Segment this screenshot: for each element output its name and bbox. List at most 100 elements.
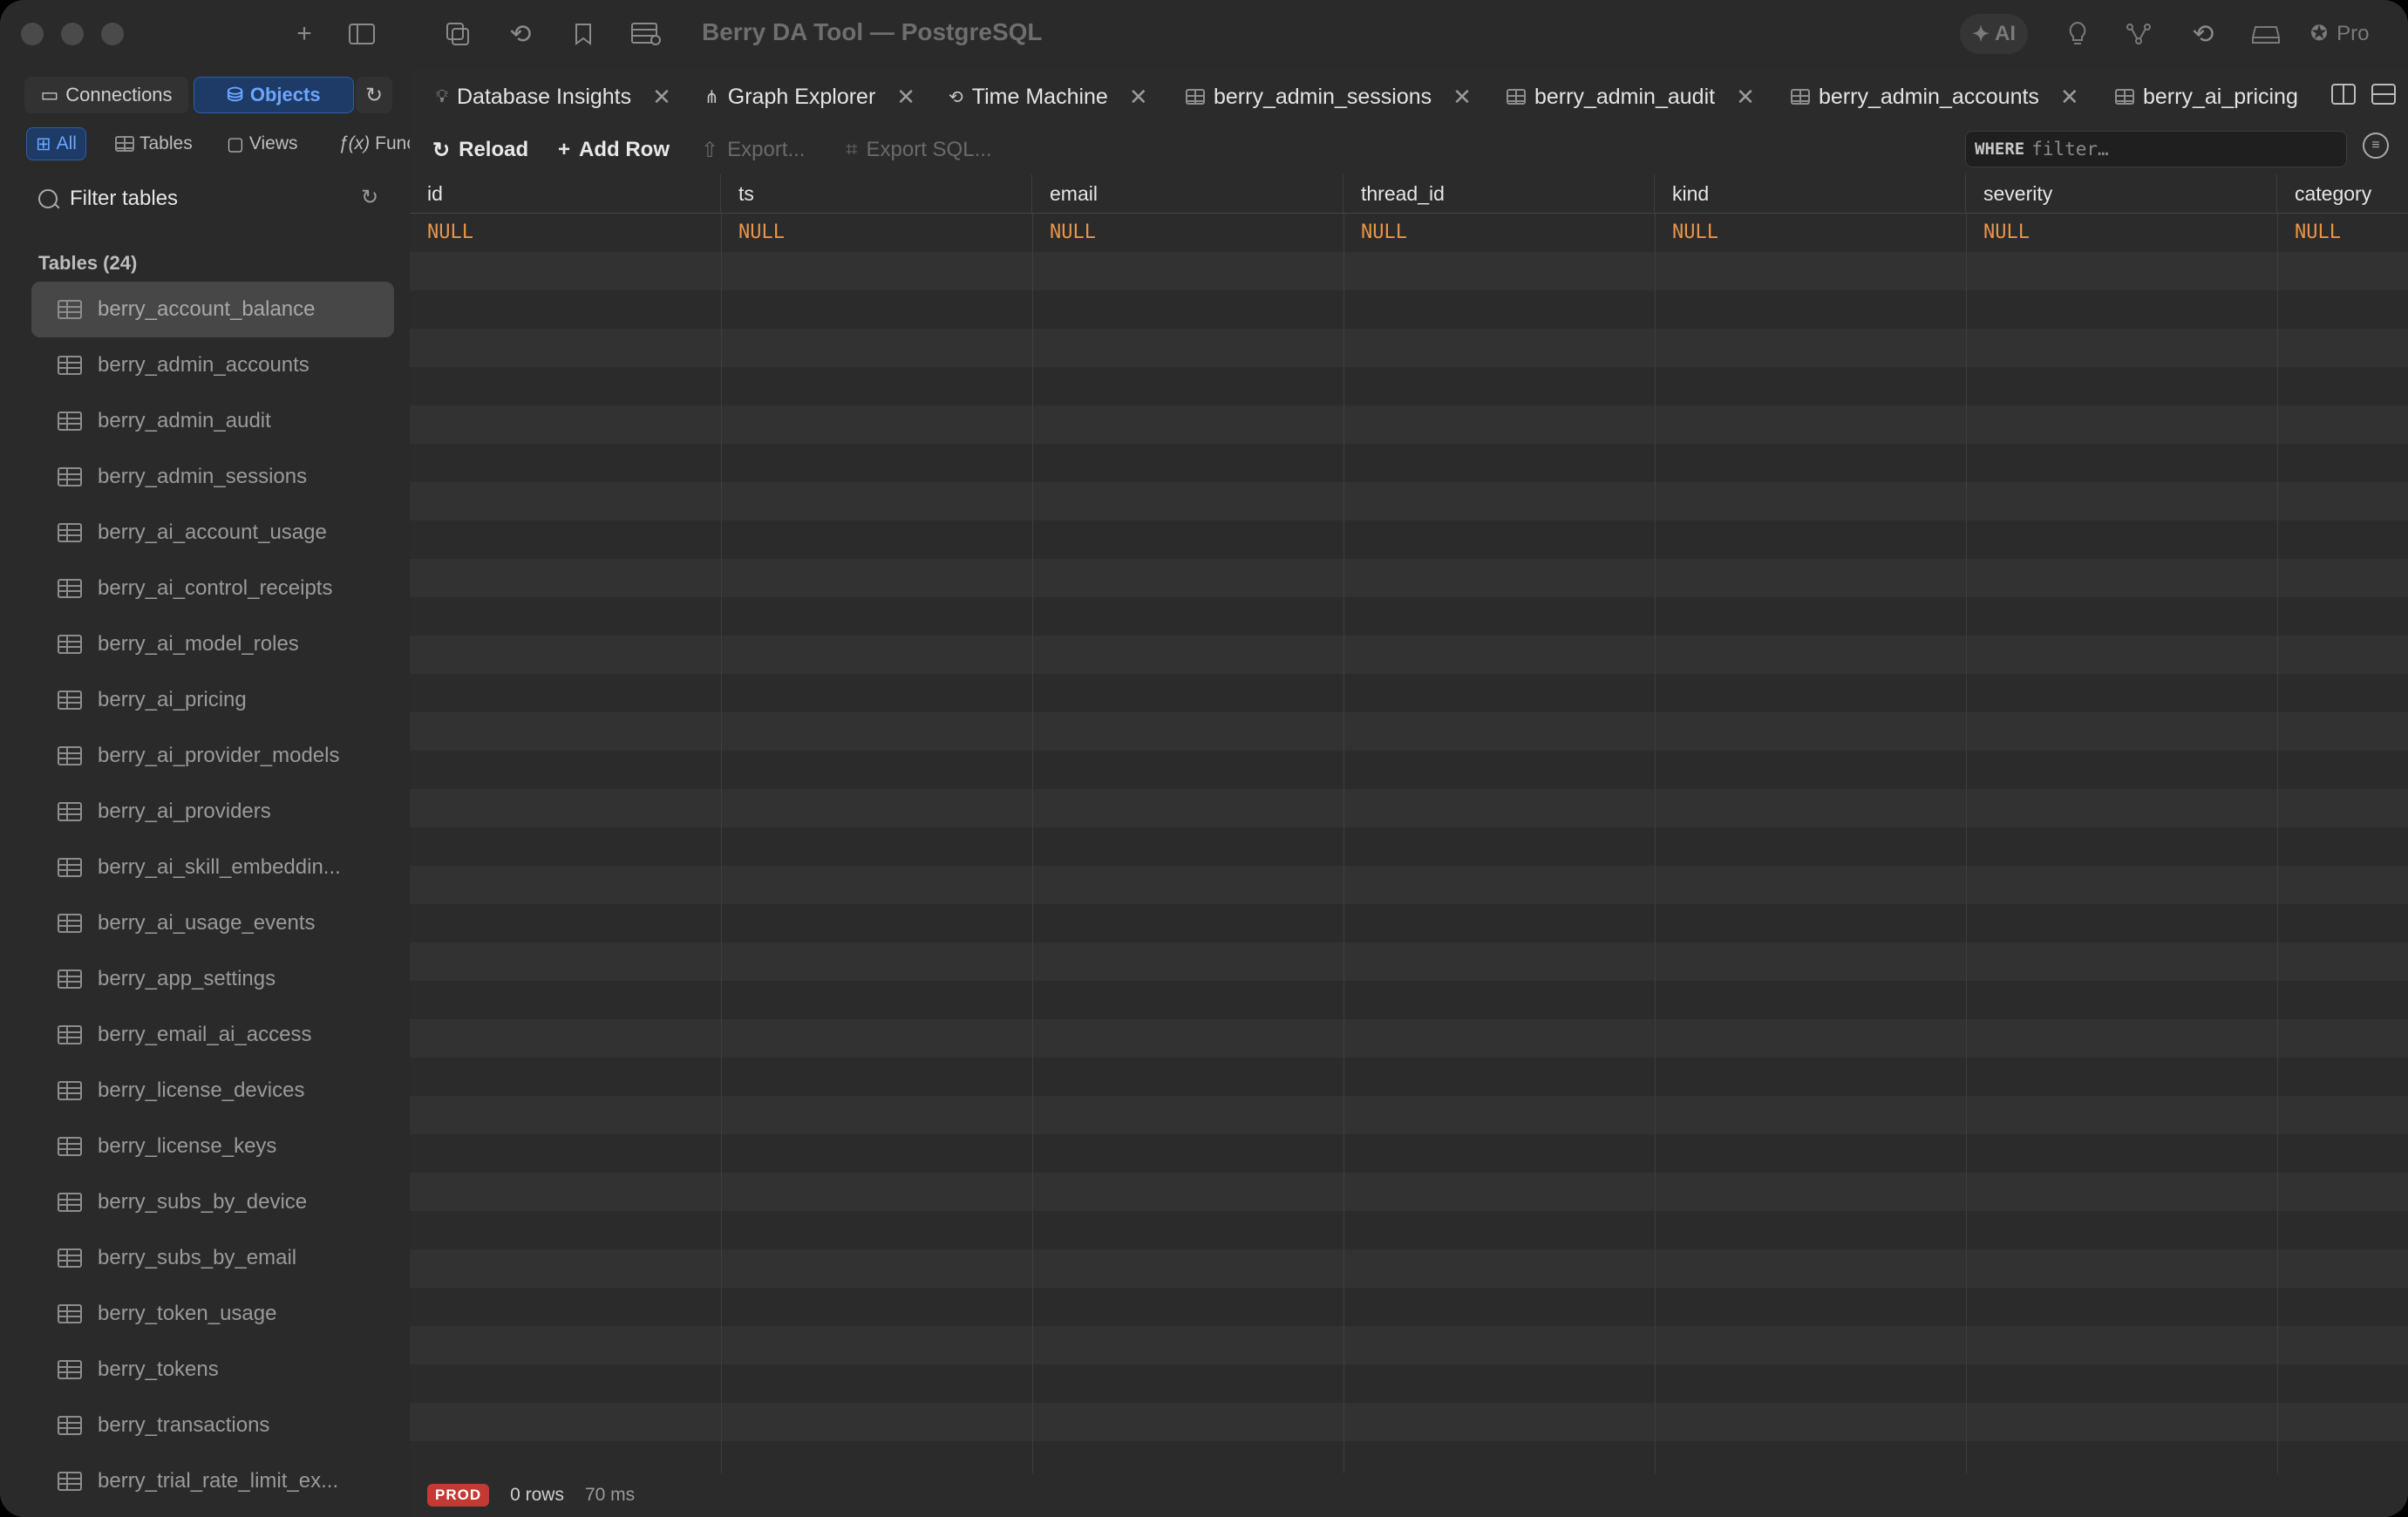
table-list-item[interactable]: berry_ai_provider_models [31, 728, 394, 784]
time-machine-icon[interactable]: ⟲ [2188, 19, 2218, 49]
table-name: berry_token_usage [98, 1302, 277, 1325]
table-name: berry_transactions [98, 1413, 270, 1437]
table-list-item[interactable]: berry_tokens [31, 1342, 394, 1398]
table-icon [58, 635, 82, 654]
connections-segment[interactable]: ▭ Connections [24, 77, 188, 113]
filter-tables-input[interactable]: Filter tables [38, 181, 387, 216]
null-cell[interactable]: NULL [1032, 213, 1096, 251]
pro-badge[interactable]: ✪ Pro [2310, 21, 2369, 46]
lightbulb-icon[interactable] [2063, 19, 2092, 49]
table-list-item[interactable]: berry_account_balance [31, 282, 394, 337]
where-filter-input[interactable]: WHERE filter… [1965, 131, 2347, 167]
table-list-item[interactable]: berry_admin_accounts [31, 337, 394, 393]
split-vertical-icon[interactable] [2331, 84, 2356, 111]
zoom-window-button[interactable] [101, 23, 124, 45]
add-row-button[interactable]: + Add Row [558, 134, 670, 166]
table-list-item[interactable]: berry_token_usage [31, 1286, 394, 1342]
column-header[interactable]: ts [721, 174, 1032, 213]
table-name: berry_ai_model_roles [98, 632, 299, 656]
tab-berry-admin-audit[interactable]: berry_admin_audit ✕ [1507, 78, 1755, 115]
minimize-window-button[interactable] [61, 23, 84, 45]
table-list-item[interactable]: berry_app_settings [31, 951, 394, 1007]
null-cell[interactable]: NULL [721, 213, 785, 251]
bookmark-icon[interactable] [568, 19, 598, 49]
table-row [410, 1019, 2408, 1058]
table-list-item[interactable]: berry_trial_rate_limit_ex... [31, 1453, 394, 1509]
close-tab-icon[interactable]: ✕ [1129, 84, 1148, 111]
table-row [410, 520, 2408, 559]
table-list-item[interactable]: berry_transactions [31, 1398, 394, 1453]
table-list-item[interactable]: berry_admin_sessions [31, 449, 394, 505]
split-horizontal-icon[interactable] [2371, 84, 2396, 111]
filter-funcs[interactable]: ƒ(x) Funcs [330, 127, 417, 160]
filter-options-icon[interactable]: ≡ [2363, 133, 2389, 159]
filter-tables-label: Tables [139, 133, 193, 153]
new-connection-icon[interactable]: + [289, 19, 319, 49]
refresh-icon[interactable]: ↻ [361, 185, 378, 210]
table-row [410, 789, 2408, 827]
grid-icon: ⊞ [36, 133, 51, 154]
filter-tables[interactable]: Tables [106, 127, 201, 160]
close-tab-icon[interactable]: ✕ [1736, 84, 1755, 111]
column-header[interactable]: email [1032, 174, 1343, 213]
column-header[interactable]: thread_id [1343, 174, 1655, 213]
table-list-item[interactable]: berry_subs_by_device [31, 1174, 394, 1230]
table-icon [58, 690, 82, 710]
toggle-sidebar-icon[interactable] [347, 19, 377, 49]
table-list-item[interactable]: berry_license_keys [31, 1119, 394, 1174]
new-query-icon[interactable] [443, 19, 473, 49]
tab-database-insights[interactable]: 💡︎ Database Insights ✕ [436, 78, 671, 115]
table-icon [58, 1193, 82, 1212]
table-list-item[interactable]: berry_ai_pricing [31, 672, 394, 728]
tab-time-machine[interactable]: ⟲ Time Machine ✕ [949, 78, 1148, 115]
filter-views-label: Views [248, 133, 298, 153]
null-cell[interactable]: NULL [1343, 213, 1407, 251]
tab-berry-ai-pricing[interactable]: berry_ai_pricing [2115, 78, 2298, 115]
filter-views[interactable]: ▢ Views [218, 127, 306, 160]
table-list-item[interactable]: berry_license_devices [31, 1063, 394, 1119]
history-icon[interactable]: ⟲ [506, 19, 535, 49]
table-list-item[interactable]: berry_email_ai_access [31, 1007, 394, 1063]
close-tab-icon[interactable]: ✕ [896, 84, 915, 111]
table-icon [58, 1081, 82, 1100]
null-cell[interactable]: NULL [1655, 213, 1718, 251]
refresh-objects-button[interactable]: ↻ [356, 77, 392, 113]
column-header[interactable]: severity [1966, 174, 2277, 213]
null-cell[interactable]: NULL [1966, 213, 2030, 251]
table-list-item[interactable]: berry_ai_model_roles [31, 616, 394, 672]
table-list-item[interactable]: berry_subs_by_email [31, 1230, 394, 1286]
null-cell[interactable]: NULL [410, 213, 473, 251]
where-keyword: WHERE [1975, 139, 2025, 159]
export-button[interactable]: ⇧ Export... [701, 134, 805, 166]
column-header[interactable]: category [2277, 174, 2408, 213]
close-tab-icon[interactable]: ✕ [2060, 84, 2079, 111]
table-list-item[interactable]: berry_admin_audit [31, 393, 394, 449]
reload-label: Reload [459, 138, 529, 161]
table-list-item[interactable]: berry_ai_account_usage [31, 505, 394, 561]
filter-all[interactable]: ⊞ All [26, 127, 86, 160]
tab-label: berry_admin_sessions [1214, 84, 1432, 109]
tab-graph-explorer[interactable]: ⋔ Graph Explorer ✕ [704, 78, 915, 115]
close-tab-icon[interactable]: ✕ [1452, 84, 1472, 111]
table-list-item[interactable]: berry_ai_providers [31, 784, 394, 840]
tab-berry-admin-accounts[interactable]: berry_admin_accounts ✕ [1791, 78, 2079, 115]
graph-icon[interactable] [2124, 19, 2153, 49]
close-tab-icon[interactable]: ✕ [652, 84, 671, 111]
close-window-button[interactable] [21, 23, 44, 45]
tab-berry-admin-sessions[interactable]: berry_admin_sessions ✕ [1186, 78, 1472, 115]
table-row [410, 674, 2408, 712]
reload-button[interactable]: ↻ Reload [432, 134, 528, 166]
objects-segment[interactable]: ⛁ Objects [194, 77, 354, 113]
column-header[interactable]: id [410, 174, 721, 213]
table-settings-icon[interactable] [631, 19, 661, 49]
table-icon [58, 969, 82, 989]
ai-button[interactable]: ✦ AI [1960, 14, 2028, 54]
export-sql-button[interactable]: ⌗ Export SQL... [846, 134, 992, 166]
column-header[interactable]: kind [1655, 174, 1966, 213]
table-list-item[interactable]: berry_ai_skill_embeddin... [31, 840, 394, 895]
null-cell[interactable]: NULL [2277, 213, 2341, 251]
table-icon [58, 746, 82, 765]
disk-icon[interactable] [2251, 19, 2281, 49]
table-list-item[interactable]: berry_ai_control_receipts [31, 561, 394, 616]
table-list-item[interactable]: berry_ai_usage_events [31, 895, 394, 951]
